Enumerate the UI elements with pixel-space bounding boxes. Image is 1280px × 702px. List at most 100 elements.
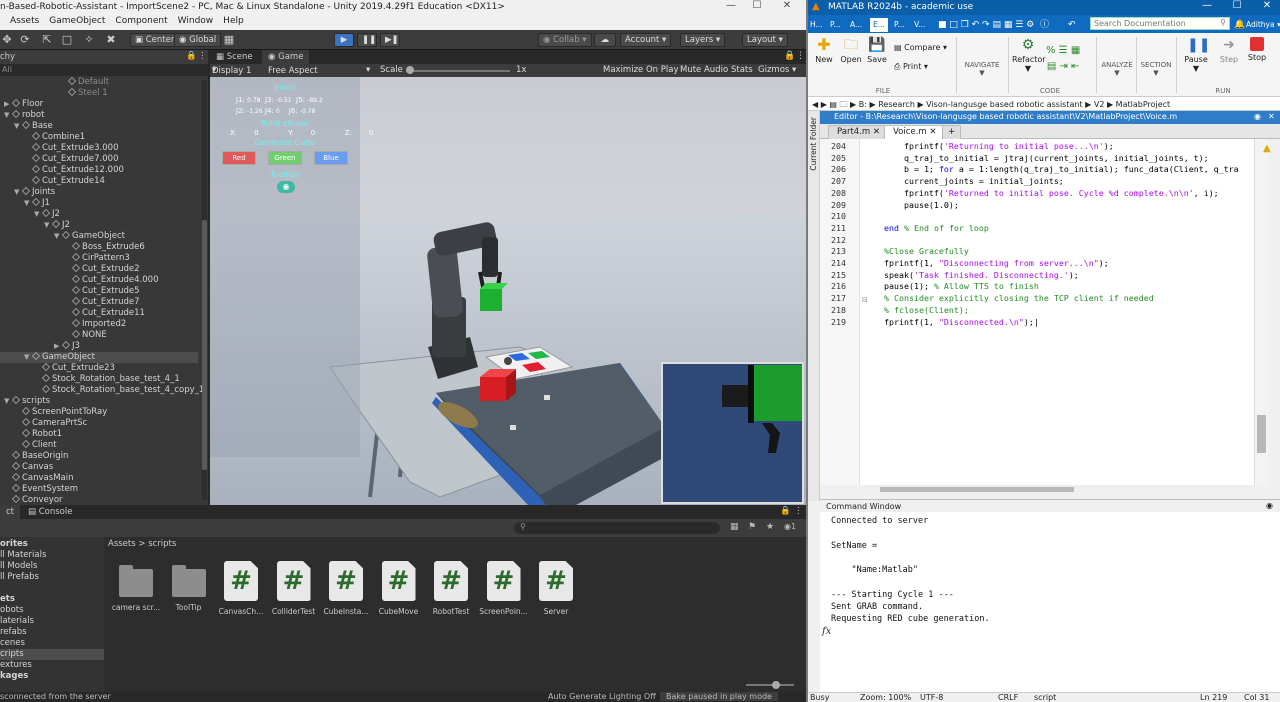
menu-component[interactable]: Component [115,16,167,30]
print-button[interactable]: ⎙ Print ▾ [894,62,928,72]
layout-button[interactable]: Layout ▾ [742,33,788,47]
back-icon[interactable]: ◀ [812,100,818,109]
close-editor-icon[interactable]: ✕ [1268,112,1275,121]
pivot-center-button[interactable]: ▣ Center [130,33,180,47]
notifications-icon[interactable]: 🔔 [1234,18,1245,32]
hierarchy-item[interactable]: Stock_Rotation_base_test_4_1 [0,374,180,385]
cloud-icon[interactable]: ☁ [594,33,616,47]
project-folder-item[interactable]: cenes [0,638,25,649]
red-button[interactable]: Red [222,151,256,165]
expand-arrow-icon[interactable]: ▼ [4,110,12,121]
path-segment-v2[interactable]: V2 [1094,100,1105,109]
stats-toggle[interactable]: Stats [731,65,753,75]
scale-slider-handle[interactable] [406,66,414,74]
game-render[interactable]: Joints J1: 0.78 J3: -0.51 J5: -89.2 J2: … [210,77,806,505]
expand-arrow-icon[interactable]: ▼ [54,231,62,242]
quick-access-icons[interactable]: ■ □ ❐ ↶ ↷ ▤ ▦ ☰ ⚙ [938,18,1034,32]
hierarchy-item[interactable]: CanvasMain [0,473,74,484]
hierarchy-item[interactable]: Cut_Extrude2 [0,264,140,275]
tab-game[interactable]: ◉ Game [262,50,310,64]
custom-tool-icon[interactable]: ✖ [104,33,118,47]
hierarchy-item[interactable]: CirPattern3 [0,253,130,264]
stop-button[interactable]: Stop [1244,37,1270,62]
tab-editor[interactable]: E... [870,18,888,32]
expand-arrow-icon[interactable]: ▼ [4,396,12,407]
project-folder-item[interactable]: extures [0,660,32,671]
hierarchy-item[interactable]: ▼ GameObject [0,231,125,242]
hierarchy-item[interactable]: BaseOrigin [0,451,68,462]
hierarchy-item[interactable]: Combine1 [0,132,85,143]
menu-assets[interactable]: Assets [10,16,39,30]
editor-scroll-thumb[interactable] [1257,415,1266,453]
lock-icon[interactable]: 🔒 [780,506,791,516]
asset-item[interactable]: # RobotTest [425,561,477,616]
code-editor[interactable]: 204 205 206 207 208 209 210 211 212 213 214 215 216 2… [820,139,1268,485]
hierarchy-scrollbar[interactable] [202,80,207,500]
hierarchy-item[interactable]: ▶ Floor [0,99,43,110]
navigate-button[interactable]: NAVIGATE ▼ [962,61,1002,77]
project-folder-item[interactable]: ll Models [0,561,37,572]
up-folder-icon[interactable]: ▤ [829,100,837,109]
close-icon[interactable]: ✕ [1252,0,1280,15]
project-folder-item[interactable]: ll Materials [0,550,46,561]
code-line[interactable]: pause(1.0); [864,200,959,212]
tab-apps[interactable]: A... [850,18,862,32]
menu-help[interactable]: Help [223,16,244,30]
asset-item[interactable]: # CubeInsta... [320,561,372,616]
hierarchy-item[interactable]: NONE [0,330,107,341]
step-button[interactable]: ➜ Step [1216,37,1242,64]
tab-publish[interactable]: P... [894,18,905,32]
project-search-input[interactable]: ⚲ [514,522,720,534]
display-select[interactable]: Display 1 ▾ [212,65,251,76]
tab-plots[interactable]: P... [830,18,841,32]
transform-tool-icon[interactable]: ✧ [82,33,96,47]
browse-folder-icon[interactable]: 🗀 [840,100,848,109]
hidden-packages-count[interactable]: ◉1 [784,522,796,531]
lock-icon[interactable]: 🔒 [784,51,795,61]
hierarchy-item[interactable]: Client [0,440,57,451]
open-button[interactable]: 🗀 Open [840,37,862,64]
icon-size-slider[interactable] [746,684,794,686]
tab-part4[interactable]: Part4.m ✕ [828,125,889,139]
asset-item[interactable]: camera scr... [110,561,162,612]
filter-label-icon[interactable]: ⚑ [748,522,756,532]
expand-arrow-icon[interactable]: ▼ [14,121,22,132]
code-line[interactable]: fprintf(1, "Disconnecting from server...… [864,258,1109,270]
close-tab-icon[interactable]: ✕ [929,127,936,137]
new-tab-button[interactable]: + [942,125,962,139]
code-line[interactable]: end % End of for loop [864,223,989,235]
green-button[interactable]: Green [268,151,302,165]
hierarchy-item[interactable]: ▼ J2 [0,209,60,220]
path-segment-project[interactable]: Vison-langusge based robotic assistant [926,100,1082,109]
project-folder-item[interactable]: ets [0,594,15,605]
hierarchy-item[interactable]: Cut_Extrude23 [0,363,115,374]
panel-menu-icon[interactable]: ⋮ [796,51,805,61]
panel-menu-icon[interactable]: ⋮ [794,506,803,516]
hierarchy-item[interactable]: Steel 1 [0,88,108,99]
expand-arrow-icon[interactable]: ▼ [44,220,52,231]
code-line[interactable]: q_traj_to_initial = jtraj(current_joints… [864,153,1209,165]
step-button[interactable]: ▶❚ [380,33,400,47]
search-documentation-input[interactable]: Search Documentation ⚲ [1090,17,1230,30]
warning-icon[interactable]: ▲ [1263,143,1275,154]
hierarchy-item[interactable]: Cut_Extrude11 [0,308,145,319]
maximize-on-play-toggle[interactable]: Maximize On Play [603,65,678,75]
scale-slider[interactable] [406,70,510,72]
code-line[interactable]: fprintf('Returning to initial pose...\n'… [864,141,1114,153]
asset-item[interactable]: # ScreenPoin... [478,561,530,616]
hierarchy-item[interactable]: Cut_Extrude12.000 [0,165,124,176]
pause-button[interactable]: ❚❚ [357,33,377,47]
account-button[interactable]: Account ▾ [620,33,672,47]
hierarchy-item[interactable]: Canvas [0,462,53,473]
expand-arrow-icon[interactable]: ▼ [24,352,32,363]
hierarchy-item[interactable]: Imported2 [0,319,126,330]
analyze-button[interactable]: ANALYZE ▼ [1100,61,1134,77]
expand-arrow-icon[interactable]: ▼ [24,198,32,209]
refactor-button[interactable]: ⚙ Refactor ▼ [1012,37,1046,73]
rotate-tool-icon[interactable]: ⟳ [18,33,32,47]
path-segment-drive[interactable]: B: [859,100,867,109]
menu-window[interactable]: Window [178,16,214,30]
close-tab-icon[interactable]: ✕ [873,127,880,137]
hierarchy-item[interactable]: EventSystem [0,484,78,495]
compare-button[interactable]: ▤ Compare ▾ [894,43,947,52]
